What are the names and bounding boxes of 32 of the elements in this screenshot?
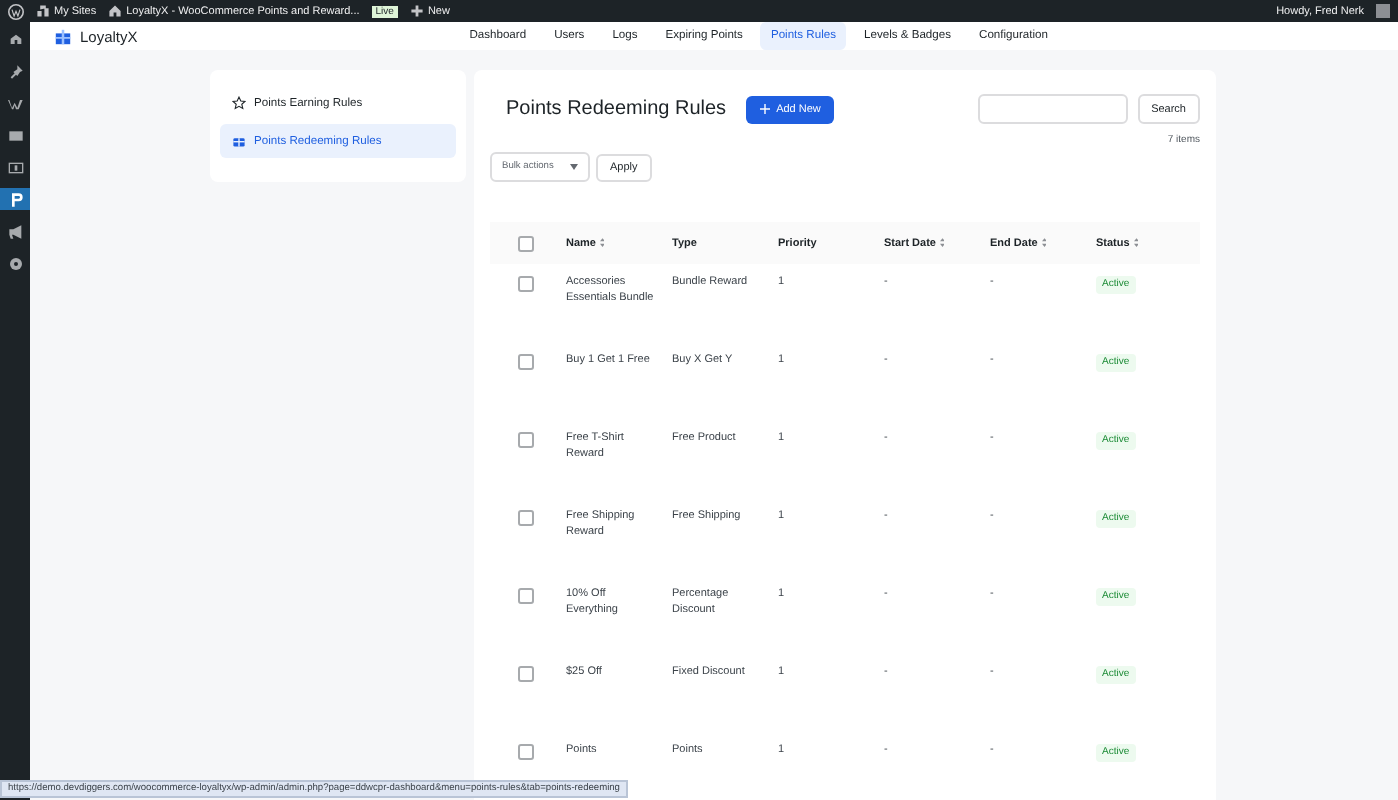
sort-icon[interactable]: [599, 238, 605, 248]
row-checkbox[interactable]: [518, 666, 534, 682]
admin-menu-item[interactable]: [0, 188, 30, 210]
row-checkbox[interactable]: [518, 510, 534, 526]
banknote-icon: [7, 159, 23, 175]
row-checkbox[interactable]: [518, 744, 534, 760]
sites-icon: [36, 4, 50, 18]
megaphone-icon: [7, 223, 23, 239]
letter-p-icon: [7, 191, 23, 207]
row-checkbox[interactable]: [518, 432, 534, 448]
gift-icon: [232, 134, 246, 148]
dashboard-icon: [7, 31, 23, 47]
sort-icon[interactable]: [1041, 238, 1047, 248]
row-checkbox[interactable]: [518, 588, 534, 604]
mail-icon: [7, 127, 23, 143]
star-icon: [232, 96, 246, 110]
select-all-checkbox[interactable]: [518, 235, 534, 251]
letter-w-icon: [7, 95, 23, 111]
sort-icon[interactable]: [939, 238, 945, 248]
wordpress-logo-icon[interactable]: [8, 3, 24, 19]
pin-icon: [7, 63, 23, 79]
caret-icon: [570, 164, 578, 170]
plus-icon: [409, 4, 424, 18]
row-checkbox[interactable]: [518, 354, 534, 370]
home-icon: [108, 4, 123, 18]
sort-icon[interactable]: [1133, 238, 1139, 248]
search-field[interactable]: [977, 94, 1128, 124]
row-checkbox[interactable]: [518, 276, 534, 292]
gift-icon: [54, 27, 72, 45]
plus-icon: [760, 104, 771, 114]
gear-icon: [7, 255, 23, 271]
page-title: Points Redeeming Rules: [506, 98, 727, 120]
